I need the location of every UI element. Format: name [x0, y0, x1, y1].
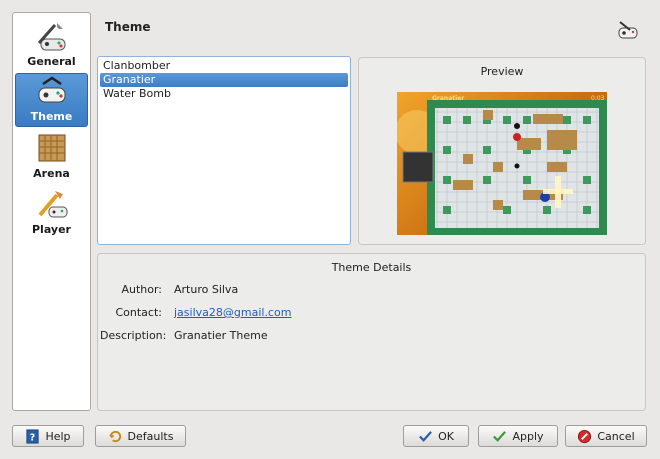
theme-item-granatier[interactable]: Granatier: [100, 73, 348, 87]
cancel-button[interactable]: Cancel: [565, 425, 647, 447]
contact-label: Contact:: [115, 306, 162, 319]
description-label: Description:: [100, 329, 167, 342]
sidebar-item-label: Theme: [30, 110, 73, 123]
svg-text:?: ?: [30, 432, 35, 443]
ok-label: OK: [438, 429, 454, 443]
sidebar-item-label: Arena: [33, 167, 70, 180]
preview-label: Preview: [480, 65, 524, 78]
apply-label: Apply: [512, 429, 544, 443]
theme-item-water-bomb[interactable]: Water Bomb: [100, 87, 348, 101]
description-value: Granatier Theme: [174, 329, 268, 342]
checkmark-icon: [419, 430, 433, 442]
help-icon: ?: [26, 428, 40, 444]
help-label: Help: [45, 429, 71, 443]
checkmark-icon: [493, 430, 507, 442]
general-icon: [37, 23, 65, 51]
theme-item-clanbomber[interactable]: Clanbomber: [100, 59, 348, 73]
theme-gamepad-icon: [618, 21, 638, 39]
sidebar-item-general[interactable]: General: [15, 17, 88, 71]
player-icon: [37, 191, 67, 218]
ok-button[interactable]: OK: [403, 425, 469, 447]
page-title: Theme: [105, 20, 151, 34]
arena-icon: [38, 134, 65, 162]
sidebar-item-theme[interactable]: Theme: [15, 73, 88, 127]
preview-image: Granatier 0:03: [397, 92, 607, 235]
defaults-label: Defaults: [127, 429, 174, 443]
apply-button[interactable]: Apply: [478, 425, 558, 447]
theme-details-panel: Theme Details Author: Arturo Silva Conta…: [97, 253, 646, 411]
sidebar-item-label: General: [27, 55, 76, 68]
author-value: Arturo Silva: [174, 283, 239, 296]
theme-details-title: Theme Details: [331, 261, 412, 274]
sidebar-item-player[interactable]: Player: [15, 185, 88, 239]
defaults-button[interactable]: Defaults: [95, 425, 186, 447]
author-label: Author:: [121, 283, 162, 296]
sidebar-item-arena[interactable]: Arena: [15, 129, 88, 183]
contact-link[interactable]: jasilva28@gmail.com: [174, 306, 291, 319]
cancel-label: Cancel: [597, 429, 635, 443]
sidebar: General Theme Arena Player: [12, 12, 91, 411]
preview-panel: Preview Granatier 0:03: [358, 57, 646, 245]
help-button[interactable]: ? Help: [12, 425, 84, 447]
theme-list[interactable]: Clanbomber Granatier Water Bomb: [97, 56, 351, 245]
theme-icon: [38, 76, 65, 103]
cancel-icon: [578, 429, 592, 443]
defaults-icon: [108, 430, 121, 442]
sidebar-item-label: Player: [32, 223, 71, 236]
